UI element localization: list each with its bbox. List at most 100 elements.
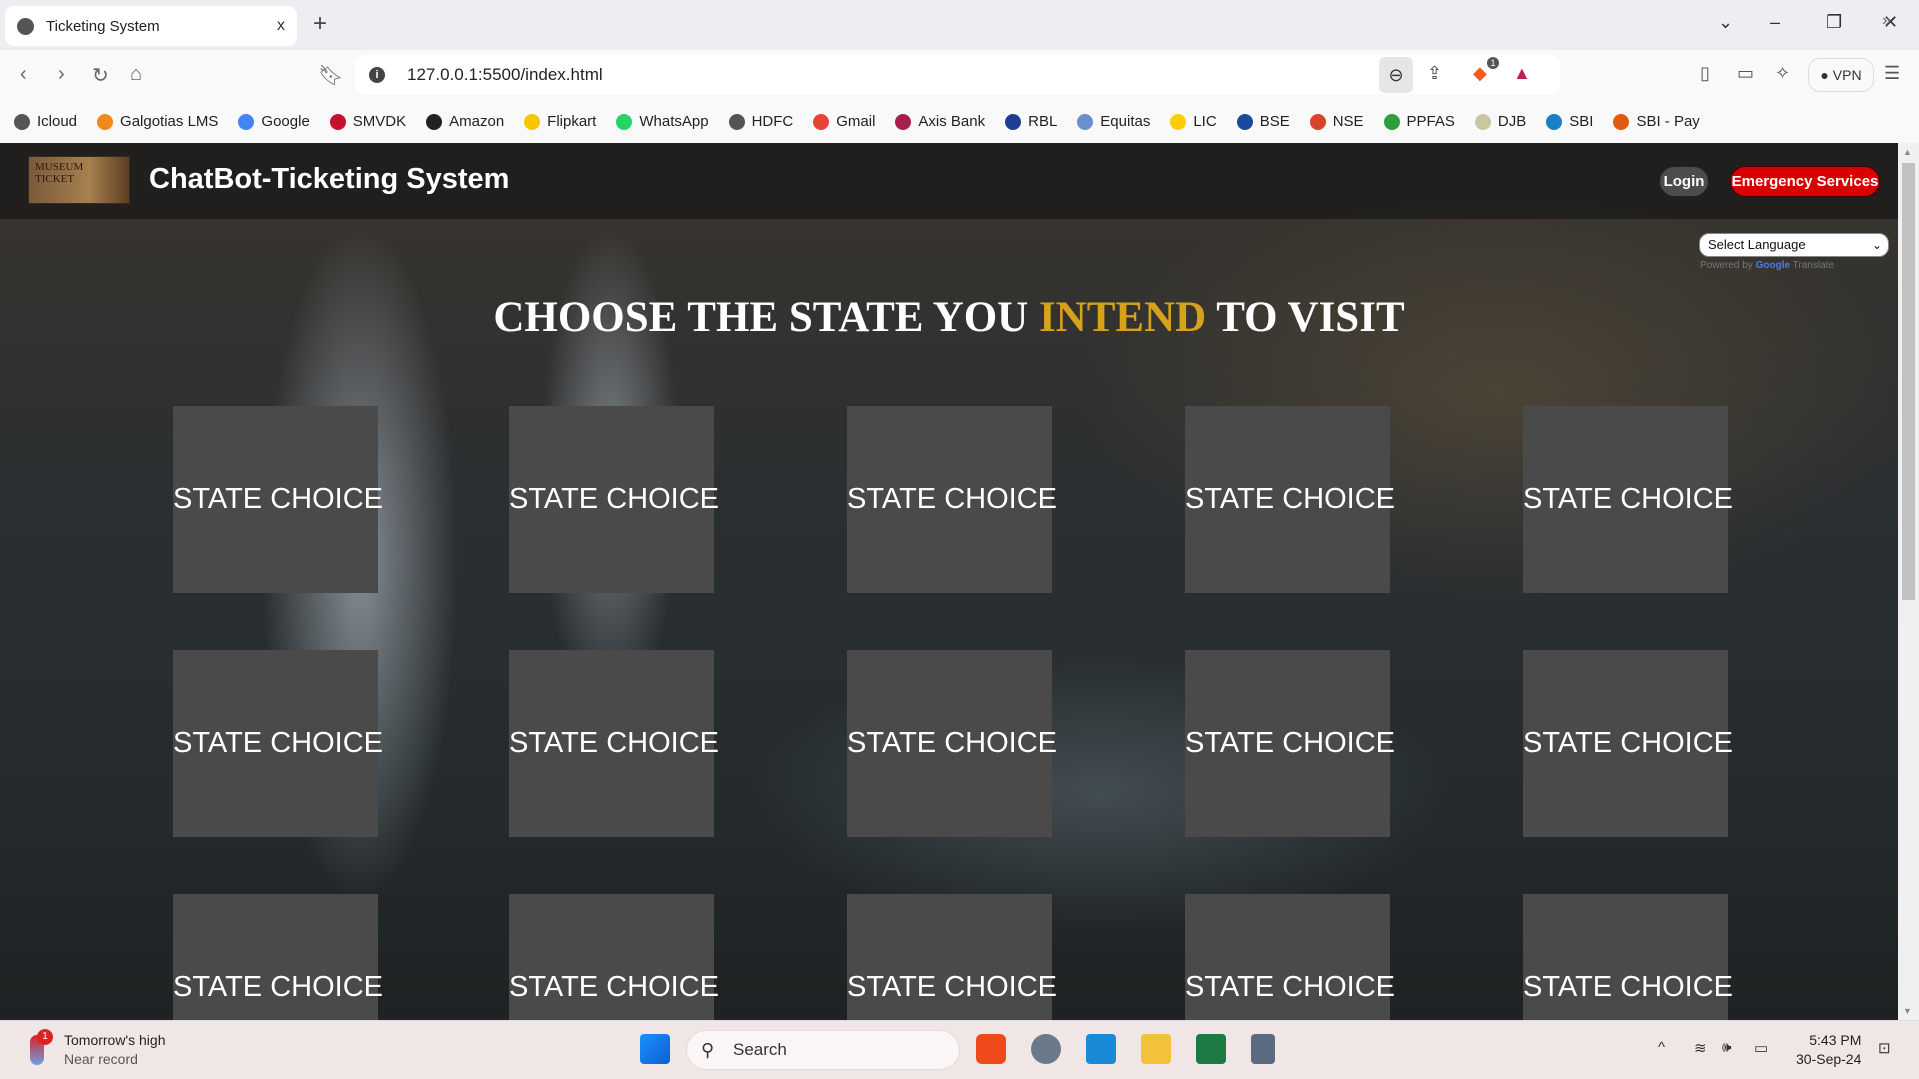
vpn-button[interactable]: ● VPN	[1808, 58, 1874, 92]
bookmark-favicon-icon	[329, 113, 346, 130]
tab-search-icon[interactable]: ⌄	[1718, 12, 1733, 33]
state-choice-card[interactable]: STATE CHOICE	[1185, 406, 1395, 593]
bookmark-item[interactable]: SMVDK	[329, 113, 406, 130]
more-bookmarks-icon[interactable]: »	[1882, 12, 1891, 30]
battery-icon[interactable]: ▭	[1754, 1039, 1768, 1057]
bookmark-icon[interactable]: 🔖︎	[318, 63, 343, 88]
excel-icon[interactable]	[1196, 1034, 1226, 1064]
bookmark-item[interactable]: Galgotias LMS	[97, 113, 218, 130]
brave-rewards-icon[interactable]: ▲	[1513, 63, 1531, 84]
brave-shields-icon[interactable]: ◆	[1473, 63, 1487, 84]
emergency-services-button[interactable]: Emergency Services	[1730, 166, 1880, 197]
translate-text: Translate	[1792, 260, 1834, 271]
state-choice-card[interactable]: STATE CHOICE	[847, 406, 1057, 593]
new-tab-button[interactable]: +	[313, 10, 327, 38]
bookmark-favicon-icon	[238, 113, 255, 130]
restore-icon[interactable]: ❐	[1826, 12, 1842, 33]
notifications-icon[interactable]: ⊡	[1878, 1039, 1891, 1057]
brave-browser-icon[interactable]	[976, 1034, 1006, 1064]
state-choice-card[interactable]: STATE CHOICE	[509, 406, 719, 593]
back-icon[interactable]: ‹	[20, 63, 27, 86]
bookmark-item[interactable]: LIC	[1170, 113, 1217, 130]
state-choice-card[interactable]: STATE CHOICE	[1185, 650, 1395, 837]
bookmark-item[interactable]: Equitas	[1077, 113, 1150, 130]
minimize-icon[interactable]: –	[1770, 12, 1780, 33]
bookmark-item[interactable]: BSE	[1236, 113, 1290, 130]
windows-start-icon[interactable]	[640, 1034, 670, 1064]
bookmark-item[interactable]: Axis Bank	[895, 113, 985, 130]
volume-icon[interactable]: 🕪︎	[1722, 1039, 1731, 1056]
site-info-icon[interactable]: i	[369, 67, 385, 83]
state-choice-card[interactable]: STATE CHOICE	[1523, 406, 1733, 593]
scroll-up-icon[interactable]: ▲	[1903, 147, 1912, 157]
bookmark-item[interactable]: Gmail	[813, 113, 875, 130]
date: 30-Sep-24	[1796, 1051, 1862, 1067]
site-header: MUSEUM TICKET ChatBot-Ticketing System L…	[0, 143, 1898, 219]
share-icon[interactable]: ⇪	[1427, 63, 1442, 84]
bookmark-item[interactable]: RBL	[1005, 113, 1057, 130]
state-choice-card[interactable]: STATE CHOICE	[847, 894, 1057, 1020]
state-choice-card[interactable]: STATE CHOICE	[173, 406, 383, 593]
bookmark-favicon-icon	[1309, 113, 1326, 130]
taskbar-search[interactable]: ⚲ Search	[686, 1030, 960, 1070]
address-row: ‹ › ↻ ⌂ 🔖︎ i 127.0.0.1:5500/index.html ⊖…	[0, 50, 1919, 100]
state-choice-card[interactable]: STATE CHOICE	[173, 650, 383, 837]
tab-bar: Ticketing System x + ⌄ – ❐ ✕	[0, 0, 1919, 50]
menu-icon[interactable]: ☰	[1884, 63, 1900, 84]
bookmark-item[interactable]: DJB	[1474, 113, 1527, 130]
page-content: MUSEUM TICKET ChatBot-Ticketing System L…	[0, 143, 1898, 1020]
state-choice-card[interactable]: STATE CHOICE	[1185, 894, 1395, 1020]
scroll-down-icon[interactable]: ▼	[1903, 1006, 1912, 1016]
login-button[interactable]: Login	[1659, 166, 1709, 197]
bookmark-label: Amazon	[449, 113, 505, 130]
state-choice-card[interactable]: STATE CHOICE	[509, 894, 719, 1020]
bookmark-label: SBI	[1569, 113, 1594, 130]
leo-ai-icon[interactable]: ✧	[1775, 63, 1790, 84]
state-choice-card[interactable]: STATE CHOICE	[1523, 894, 1733, 1020]
address-bar[interactable]: i 127.0.0.1:5500/index.html ⊖ ⇪ ◆ 1 ▲	[355, 55, 1560, 95]
bookmark-label: Galgotias LMS	[120, 113, 219, 130]
scrollbar[interactable]: ▲ ▼	[1898, 143, 1919, 1020]
bookmark-item[interactable]: SBI - Pay	[1613, 113, 1700, 130]
bookmark-item[interactable]: PPFAS	[1383, 113, 1455, 130]
settings-icon[interactable]	[1031, 1034, 1061, 1064]
url-text[interactable]: 127.0.0.1:5500/index.html	[407, 65, 603, 85]
vscode-icon[interactable]	[1086, 1034, 1116, 1064]
browser-tab[interactable]: Ticketing System x	[5, 6, 297, 46]
home-icon[interactable]: ⌂	[130, 63, 142, 86]
weather-widget[interactable]: 1 Tomorrow's high Near record	[30, 1029, 166, 1069]
sidebar-icon[interactable]: ▯	[1700, 63, 1710, 84]
clock[interactable]: 5:43 PM 30-Sep-24	[1796, 1031, 1861, 1069]
bookmark-item[interactable]: WhatsApp	[616, 113, 709, 130]
scrollbar-thumb[interactable]	[1902, 163, 1915, 600]
bookmark-item[interactable]: Amazon	[426, 113, 504, 130]
file-explorer-icon[interactable]	[1141, 1034, 1171, 1064]
wifi-icon[interactable]: ≋	[1694, 1039, 1707, 1057]
search-label: Search	[733, 1040, 787, 1059]
bookmark-label: BSE	[1259, 113, 1290, 130]
bookmark-item[interactable]: Google	[238, 113, 310, 130]
zoom-icon[interactable]: ⊖	[1379, 57, 1413, 93]
language-select[interactable]: Select Language ⌄	[1699, 233, 1889, 257]
calculator-icon[interactable]	[1251, 1034, 1275, 1064]
bookmark-label: Google	[261, 113, 310, 130]
bookmark-item[interactable]: HDFC	[728, 113, 793, 130]
bookmark-label: SBI - Pay	[1636, 113, 1700, 130]
state-choice-card[interactable]: STATE CHOICE	[509, 650, 719, 837]
reload-icon[interactable]: ↻	[92, 63, 109, 88]
forward-icon[interactable]: ›	[58, 63, 65, 86]
state-choice-card[interactable]: STATE CHOICE	[173, 894, 383, 1020]
bookmark-item[interactable]: NSE	[1309, 113, 1364, 130]
state-choice-card[interactable]: STATE CHOICE	[847, 650, 1057, 837]
bookmark-item[interactable]: SBI	[1546, 113, 1593, 130]
wallet-icon[interactable]: ▭	[1737, 63, 1754, 84]
bookmark-favicon-icon	[1077, 113, 1094, 130]
bookmark-label: DJB	[1497, 113, 1527, 130]
bookmark-item[interactable]: Icloud	[14, 113, 77, 130]
state-choice-card[interactable]: STATE CHOICE	[1523, 650, 1733, 837]
bookmark-item[interactable]: Flipkart	[524, 113, 596, 130]
close-tab-icon[interactable]: x	[277, 17, 285, 35]
bookmark-label: Equitas	[1100, 113, 1151, 130]
bookmark-label: Gmail	[836, 113, 876, 130]
show-hidden-icons[interactable]: ^	[1658, 1039, 1665, 1056]
